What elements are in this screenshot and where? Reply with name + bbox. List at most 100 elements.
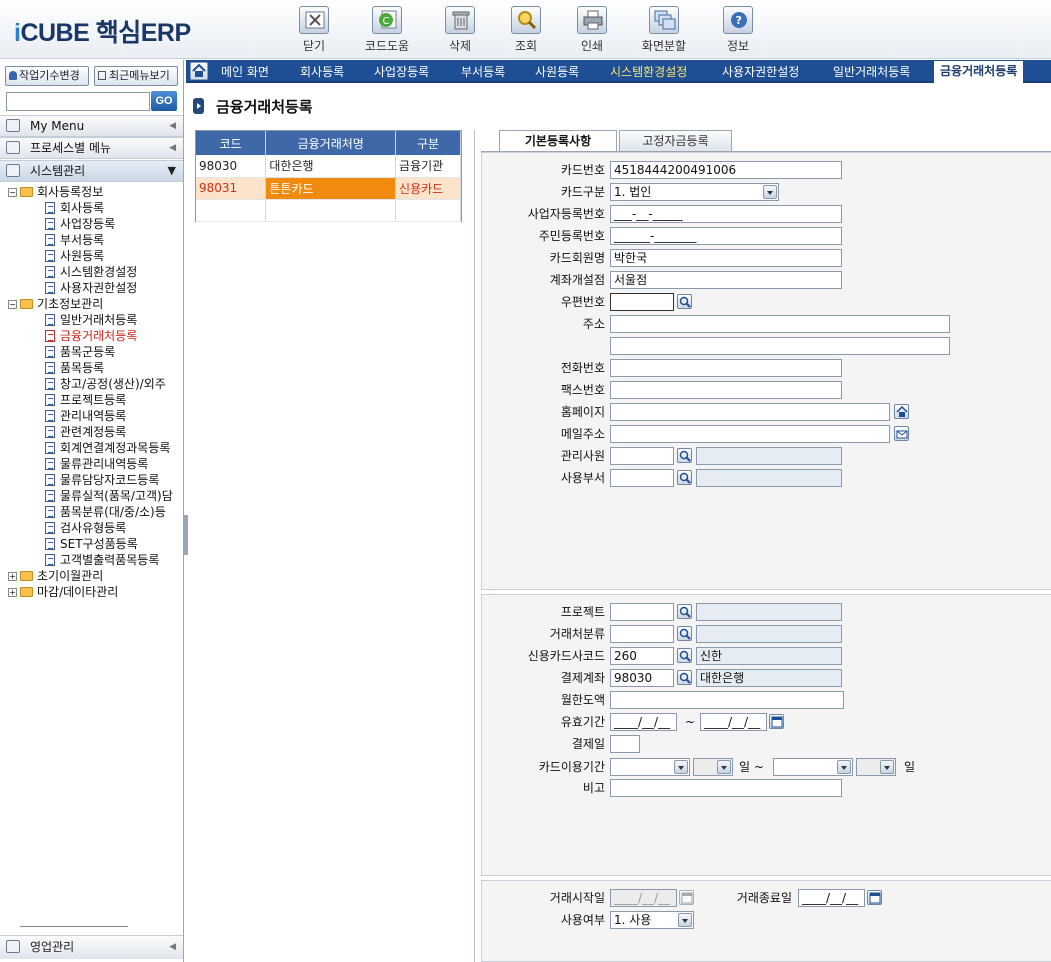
tab-finance[interactable]: 금융거래처등록 <box>934 61 1024 83</box>
expand-icon[interactable]: + <box>8 572 17 581</box>
tree-item-item-reg[interactable]: 품목등록 <box>45 360 104 376</box>
branch-input[interactable]: 서울점 <box>610 271 842 289</box>
project-code-input[interactable] <box>610 603 674 621</box>
tree-item-warehouse[interactable]: 창고/공정(생산)/외주 <box>45 376 166 392</box>
dept-lookup-button[interactable] <box>677 470 692 485</box>
chevron-down-icon[interactable] <box>717 760 731 774</box>
chevron-down-icon[interactable] <box>880 760 894 774</box>
email-input[interactable] <box>610 425 890 443</box>
homepage-open-button[interactable] <box>894 404 909 419</box>
search-button[interactable]: 조회 <box>496 6 556 54</box>
panel-splitter-handle[interactable] <box>183 515 188 555</box>
tree-item-set-item[interactable]: SET구성품등록 <box>45 536 138 552</box>
tab-sysenv[interactable]: 시스템환경설정 <box>610 63 687 83</box>
grid-cell-code[interactable]: 98030 <box>196 155 267 178</box>
usage-from-select[interactable] <box>610 758 690 776</box>
table-row-selected[interactable]: 98031 튼튼카드 신용카드 <box>196 177 461 200</box>
tree-item-acct-link[interactable]: 회계연결계정과목등록 <box>45 440 170 456</box>
manager-code-input[interactable] <box>610 447 674 465</box>
card-co-lookup-button[interactable] <box>677 648 692 663</box>
tab-dept[interactable]: 부서등록 <box>461 63 505 83</box>
tree-item-mgmt-detail[interactable]: 관리내역등록 <box>45 408 126 424</box>
homepage-input[interactable] <box>610 403 890 421</box>
grid-cell-name[interactable]: 대한은행 <box>265 155 397 178</box>
valid-calendar-button[interactable] <box>769 714 784 729</box>
settle-acct-code-input[interactable]: 98030 <box>610 669 674 687</box>
pay-day-input[interactable] <box>610 735 640 753</box>
grid-header-code[interactable]: 코드 <box>196 131 267 155</box>
limit-input[interactable] <box>610 691 844 709</box>
table-row-empty[interactable] <box>196 199 461 222</box>
sales-mgmt-header[interactable]: 영업관리 ◀ <box>0 935 183 959</box>
resident-no-input[interactable]: ______-_______ <box>610 227 842 245</box>
tree-folder-closing-data[interactable]: + 마감/데이타관리 <box>8 584 118 600</box>
recent-menu-button[interactable]: 최근메뉴보기 <box>94 66 178 86</box>
split-screen-button[interactable]: 화면분할 <box>634 6 694 54</box>
chevron-down-icon[interactable] <box>674 760 688 774</box>
tab-fixed-fund[interactable]: 고정자금등록 <box>619 130 732 152</box>
tree-item-project-reg[interactable]: 프로젝트등록 <box>45 392 126 408</box>
phone-input[interactable] <box>610 359 842 377</box>
chevron-down-icon[interactable] <box>678 913 692 927</box>
menu-search-input[interactable] <box>6 92 150 111</box>
address2-input[interactable] <box>610 337 950 355</box>
zip-lookup-button[interactable] <box>677 294 692 309</box>
client-class-code-input[interactable] <box>610 625 674 643</box>
tab-company[interactable]: 회사등록 <box>300 63 344 83</box>
collapse-icon[interactable]: − <box>8 188 17 197</box>
zip-input[interactable] <box>610 293 674 311</box>
tree-item-logistics-manager[interactable]: 물류담당자코드등록 <box>45 472 159 488</box>
tab-emp[interactable]: 사원등록 <box>535 63 579 83</box>
tree-item-company-reg[interactable]: 회사등록 <box>45 200 104 216</box>
project-lookup-button[interactable] <box>677 604 692 619</box>
chevron-down-icon[interactable] <box>763 185 777 199</box>
settle-acct-lookup-button[interactable] <box>677 670 692 685</box>
tree-item-dept-reg[interactable]: 부서등록 <box>45 232 104 248</box>
tree-item-inspection-type[interactable]: 검사유형등록 <box>45 520 126 536</box>
tree-item-finance-client[interactable]: 금융거래처등록 <box>45 328 137 344</box>
dept-code-input[interactable] <box>610 469 674 487</box>
collapse-icon[interactable]: − <box>8 300 17 309</box>
card-co-code-input[interactable]: 260 <box>610 647 674 665</box>
card-no-input[interactable]: 4518444200491006 <box>610 161 842 179</box>
grid-cell-type[interactable]: 신용카드 <box>395 177 461 200</box>
tab-main[interactable]: 메인 화면 <box>221 63 269 83</box>
card-type-select[interactable]: 1. 법인 <box>610 183 779 201</box>
tab-basic-info[interactable]: 기본등록사항 <box>499 130 617 152</box>
chevron-down-icon[interactable] <box>837 760 851 774</box>
email-send-button[interactable] <box>894 426 909 441</box>
print-button[interactable]: 인쇄 <box>562 6 622 54</box>
client-class-lookup-button[interactable] <box>677 626 692 641</box>
expand-icon[interactable]: + <box>8 588 17 597</box>
note-input[interactable] <box>610 779 842 797</box>
menu-search-go-button[interactable]: GO <box>151 91 177 111</box>
tree-item-logistics-detail[interactable]: 물류관리내역등록 <box>45 456 148 472</box>
use-status-select[interactable]: 1. 사용 <box>610 911 694 929</box>
tree-item-general-client[interactable]: 일반거래처등록 <box>45 312 137 328</box>
change-work-period-button[interactable]: 작업기수변경 <box>5 66 89 86</box>
code-help-button[interactable]: C 코드도움 <box>357 6 417 54</box>
tab-userauth[interactable]: 사용자권한설정 <box>722 63 799 83</box>
valid-from-input[interactable]: ____/__/__ <box>610 713 677 731</box>
tree-folder-basic-info[interactable]: − 기초정보관리 <box>8 296 103 312</box>
table-row[interactable]: 98030 대한은행 금융기관 <box>196 155 461 178</box>
usage-to-day-select[interactable] <box>856 758 896 776</box>
tree-item-biz-reg[interactable]: 사업장등록 <box>45 216 115 232</box>
start-date-input[interactable]: ____/__/__ <box>610 889 677 907</box>
info-button[interactable]: ? 정보 <box>708 6 768 54</box>
tree-item-customer-print[interactable]: 고객별출력품목등록 <box>45 552 159 568</box>
valid-to-input[interactable]: ____/__/__ <box>700 713 767 731</box>
tree-item-sys-env[interactable]: 시스템환경설정 <box>45 264 137 280</box>
tree-item-emp-reg[interactable]: 사원등록 <box>45 248 104 264</box>
biz-no-input[interactable]: ___-__-_____ <box>610 205 842 223</box>
tree-item-item-group[interactable]: 품목군등록 <box>45 344 115 360</box>
grid-header-type[interactable]: 구분 <box>395 131 461 155</box>
member-input[interactable]: 박한국 <box>610 249 842 267</box>
tree-item-user-auth[interactable]: 사용자권한설정 <box>45 280 137 296</box>
manager-lookup-button[interactable] <box>677 448 692 463</box>
system-mgmt-header[interactable]: 시스템관리 ▼ <box>0 160 183 182</box>
tree-item-item-class[interactable]: 품목분류(대/중/소)등 <box>45 504 166 520</box>
grid-header-name[interactable]: 금융거래처명 <box>265 131 397 155</box>
my-menu-header[interactable]: My Menu ◀ <box>0 115 183 137</box>
tree-item-logistics-perf[interactable]: 물류실적(품목/고객)담 <box>45 488 173 504</box>
